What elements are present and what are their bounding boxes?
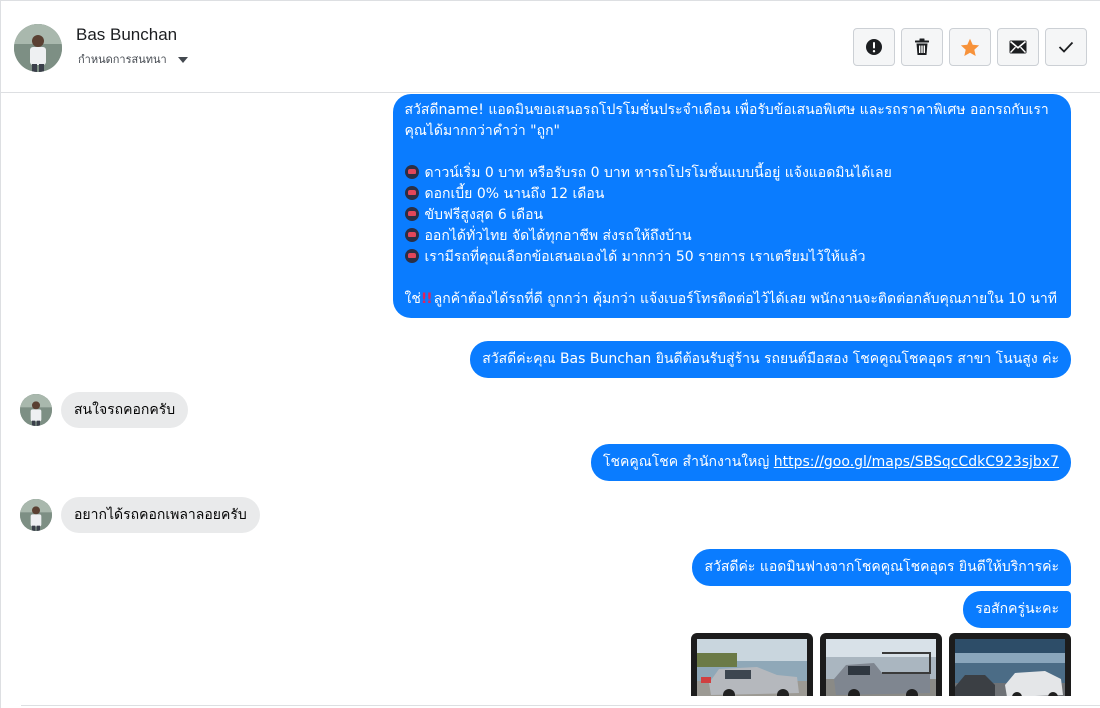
avatar[interactable] bbox=[20, 394, 52, 426]
composer-divider bbox=[21, 705, 1100, 706]
message-text: ดาวน์เริ่ม 0 บาท หรือรับรถ 0 บาท หารถโปร… bbox=[424, 165, 892, 181]
trash-icon bbox=[915, 38, 929, 55]
message-line: ดอกเบี้ย 0% นานถึง 12 เดือน bbox=[404, 184, 1057, 205]
star-button[interactable] bbox=[949, 28, 991, 66]
message-line: ขับฟรีสูงสุด 6 เดือน bbox=[404, 205, 1057, 226]
message-text: รอสักครู่นะคะ bbox=[975, 601, 1059, 617]
message-line: ใช่!! ลูกค้าต้องได้รถที่ดี ถูกกว่า คุ้มกว… bbox=[405, 289, 1057, 310]
message-line: เรามีรถที่คุณเลือกข้อเสนอเองได้ มากกว่า … bbox=[404, 247, 1057, 268]
delete-button[interactable] bbox=[901, 28, 943, 66]
message-text: ดอกเบี้ย 0% นานถึง 12 เดือน bbox=[424, 186, 605, 202]
contact-name: Bas Bunchan bbox=[76, 25, 178, 44]
car-photo-3[interactable] bbox=[949, 633, 1071, 696]
mark-done-button[interactable] bbox=[1045, 28, 1087, 66]
message-line: ดาวน์เริ่ม 0 บาท หรือรับรถ 0 บาท หารถโปร… bbox=[404, 163, 1057, 184]
mark-unread-button[interactable] bbox=[997, 28, 1039, 66]
outgoing-message-promo: สวัสดีname! แอดมินขอเสนอรถโปรโมชั่นประจำ… bbox=[392, 94, 1071, 318]
message-text: เรามีรถที่คุณเลือกข้อเสนอเองได้ มากกว่า … bbox=[424, 249, 866, 265]
car-photo-2[interactable] bbox=[820, 633, 942, 696]
conversation-header: Bas Bunchan กำหนดการสนทนา bbox=[1, 3, 1100, 93]
message-text: ใช่ bbox=[404, 291, 421, 307]
incoming-message-row: อยากได้รถคอกเพลาลอยครับ bbox=[20, 497, 260, 533]
message-text: โชคคูณโชค สำนักงานใหญ่ bbox=[602, 454, 774, 470]
car-photo-1[interactable] bbox=[691, 633, 813, 696]
message-text: คุณได้มากกว่าคำว่า "ถูก" bbox=[404, 123, 560, 139]
car-emoji-icon bbox=[404, 249, 419, 263]
message-text: สวัสดีค่ะ แอดมินฟางจากโชคคูณโชคอุดร ยินด… bbox=[704, 559, 1059, 575]
car-emoji-icon bbox=[404, 207, 419, 221]
outgoing-message-branch: โชคคูณโชค สำนักงานใหญ่ https://goo.gl/ma… bbox=[590, 444, 1071, 481]
outgoing-message-greet: สวัสดีค่ะ แอดมินฟางจากโชคคูณโชคอุดร ยินด… bbox=[692, 549, 1071, 586]
outgoing-message-welcome: สวัสดีค่ะคุณ Bas Bunchan ยินดีต้อนรับสู่… bbox=[470, 341, 1071, 378]
car-emoji-icon bbox=[404, 186, 419, 200]
assign-label: กำหนดการสนทนา bbox=[78, 53, 167, 66]
message-thread[interactable]: สวัสดีname! แอดมินขอเสนอรถโปรโมชั่นประจำ… bbox=[1, 93, 1100, 696]
car-emoji-icon bbox=[404, 165, 419, 179]
check-icon bbox=[1058, 41, 1074, 53]
car-emoji-icon bbox=[404, 228, 419, 242]
star-icon bbox=[960, 38, 980, 56]
avatar[interactable] bbox=[20, 499, 52, 531]
maps-link[interactable]: https://goo.gl/maps/SBSqcCdkC923sjbx7 bbox=[774, 454, 1059, 470]
message-line: ออกได้ทั่วไทย จัดได้ทุกอาชีพ ส่งรถให้ถึง… bbox=[404, 226, 1057, 247]
messenger-window: Bas Bunchan กำหนดการสนทนา สวัสดีname! แอ… bbox=[0, 0, 1100, 708]
outgoing-message-wait: รอสักครู่นะคะ bbox=[963, 591, 1071, 628]
message-text: ออกได้ทั่วไทย จัดได้ทุกอาชีพ ส่งรถให้ถึง… bbox=[424, 228, 692, 244]
double-exclamation-icon: !! bbox=[420, 291, 433, 307]
mail-icon bbox=[1009, 40, 1027, 54]
caret-down-icon bbox=[177, 56, 188, 63]
incoming-message: อยากได้รถคอกเพลาลอยครับ bbox=[61, 497, 260, 533]
message-text: ลูกค้าต้องได้รถที่ดี ถูกกว่า คุ้มกว่า แจ… bbox=[433, 291, 1057, 307]
alert-icon bbox=[866, 39, 882, 55]
message-text: สวัสดีค่ะคุณ Bas Bunchan ยินดีต้อนรับสู่… bbox=[482, 351, 1059, 367]
photo-attachments bbox=[691, 633, 1071, 696]
avatar[interactable] bbox=[14, 24, 62, 72]
message-text: สวัสดีname! แอดมินขอเสนอรถโปรโมชั่นประจำ… bbox=[404, 102, 1049, 118]
assign-conversation-dropdown[interactable]: กำหนดการสนทนา bbox=[78, 50, 188, 68]
incoming-message-row: สนใจรถคอกครับ bbox=[20, 392, 189, 428]
mark-spam-button[interactable] bbox=[853, 28, 895, 66]
incoming-message: สนใจรถคอกครับ bbox=[61, 392, 189, 428]
header-actions bbox=[853, 28, 1087, 66]
message-text: ขับฟรีสูงสุด 6 เดือน bbox=[424, 207, 544, 223]
